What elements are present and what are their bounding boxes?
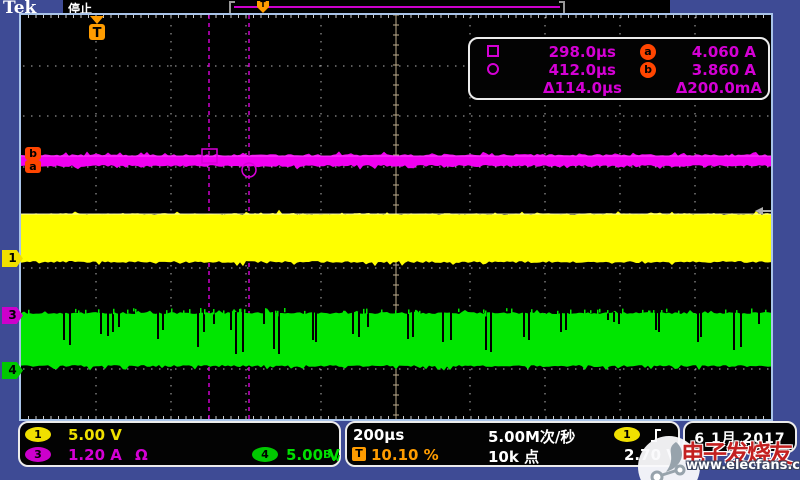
cursor-a-time: 298.0μs — [510, 43, 616, 61]
trigger-level[interactable]: 2.70 V — [624, 446, 678, 464]
timebase-trigger-box: 200μs 5.00M次/秒 1 T 10.10 % 10k 点 2.70 V — [345, 421, 680, 467]
cursor-row-b: 412.0μs b 3.860 A — [470, 61, 768, 79]
cursor-delta-value: Δ200.0mA — [650, 79, 762, 97]
watermark-url: www.elecfans.com — [686, 458, 800, 473]
ch3-scale[interactable]: 1.20 A — [68, 446, 122, 464]
ch1-badge[interactable]: 1 — [25, 427, 51, 442]
ch4-bandwidth-indicator: BW — [323, 448, 340, 463]
sample-rate: 5.00M次/秒 — [488, 426, 575, 447]
cursor-b-marker[interactable]: b — [25, 147, 41, 160]
record-view-line — [234, 6, 560, 8]
ch4-badge[interactable]: 4 — [252, 447, 278, 462]
timebase-scale[interactable]: 200μs — [353, 426, 404, 444]
svg-text:T: T — [93, 26, 102, 41]
cursor-a-value: 4.060 A — [650, 43, 756, 61]
ch3-impedance: Ω — [135, 446, 148, 464]
cursor-delta-time: Δ114.0μs — [510, 79, 622, 97]
ch3-badge[interactable]: 3 — [25, 447, 51, 462]
rising-edge-icon — [649, 427, 663, 444]
cursor-row-delta: Δ114.0μs Δ200.0mA — [470, 79, 768, 97]
date-text: 6 1月 2017 — [685, 428, 795, 448]
cursor-a-square-icon — [487, 45, 499, 57]
trigger-position: 10.10 % — [371, 446, 439, 464]
cursor-b-circle-icon — [487, 63, 499, 75]
cursor-b-value: 3.860 A — [650, 61, 756, 79]
channel-readout-box: 1 5.00 V 3 1.20 A Ω 4 5.00 V BW — [18, 421, 341, 467]
oscilloscope-screen: Tek 停止 T T b a 1 3 4 298.0μs a 4.060 A 4… — [0, 0, 800, 480]
trigger-position-badge: T — [352, 447, 366, 461]
cursor-a-marker[interactable]: a — [25, 160, 41, 173]
cursor-b-time: 412.0μs — [510, 61, 616, 79]
cursor-row-a: 298.0μs a 4.060 A — [470, 43, 768, 61]
trigger-source-badge[interactable]: 1 — [614, 427, 640, 442]
date-box: 6 1月 2017 — [683, 421, 797, 453]
record-length: 10k 点 — [488, 446, 539, 467]
ch1-scale[interactable]: 5.00 V — [68, 426, 122, 444]
cursor-readout-box: 298.0μs a 4.060 A 412.0μs b 3.860 A Δ114… — [468, 37, 770, 100]
